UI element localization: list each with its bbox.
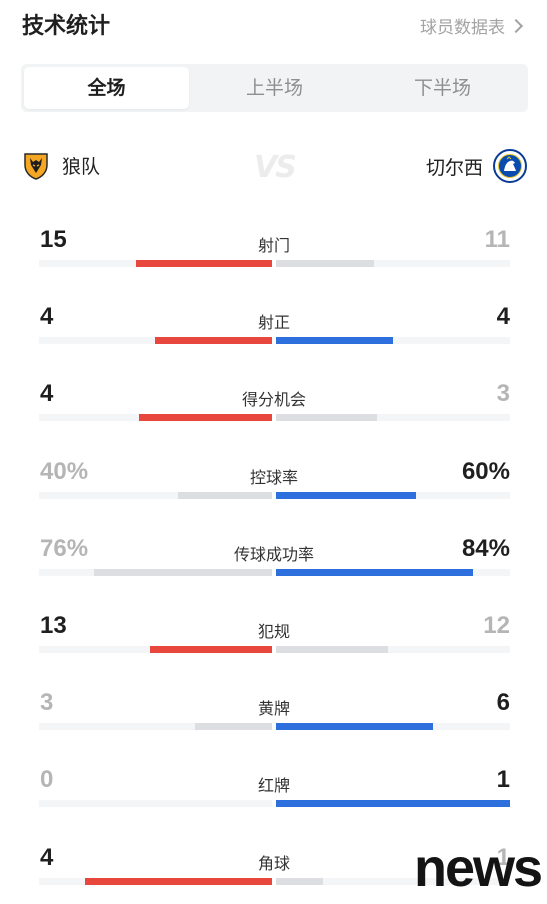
chevron-right-icon bbox=[508, 18, 524, 33]
header: 技术统计 球员数据表 bbox=[0, 0, 547, 52]
stat-row: 15 射门 11 bbox=[0, 226, 547, 286]
away-bar-track bbox=[276, 491, 510, 499]
away-stat-value: 4 bbox=[496, 303, 510, 331]
chelsea-crest-icon bbox=[493, 149, 527, 183]
stat-label: 犯规 bbox=[257, 622, 290, 641]
watermark: news bbox=[414, 838, 543, 898]
tab-first-half[interactable]: 上半场 bbox=[192, 67, 357, 109]
away-bar-fill bbox=[276, 800, 510, 808]
player-stats-link[interactable]: 球员数据表 bbox=[420, 13, 524, 38]
stat-label: 射门 bbox=[257, 236, 290, 255]
away-bar-fill bbox=[276, 491, 416, 499]
stat-label: 角球 bbox=[257, 853, 290, 873]
away-bar-fill bbox=[276, 414, 377, 422]
home-stat-value: 3 bbox=[40, 689, 54, 717]
home-bar-track bbox=[39, 337, 272, 345]
stat-row: 40% 控球率 60% bbox=[0, 458, 547, 518]
tab-second-half[interactable]: 下半场 bbox=[360, 67, 525, 109]
stat-label: 控球率 bbox=[249, 467, 298, 487]
stat-label: 黄牌 bbox=[257, 699, 290, 719]
home-stat-value: 15 bbox=[40, 226, 67, 253]
player-stats-link-label: 球员数据表 bbox=[420, 18, 505, 38]
stat-row: 13 犯规 12 bbox=[0, 612, 547, 672]
away-bar-fill bbox=[276, 877, 323, 885]
away-stat-value: 12 bbox=[483, 612, 510, 639]
home-bar-fill bbox=[136, 260, 272, 267]
stat-row: 4 得分机会 3 bbox=[0, 380, 547, 440]
home-stat-value: 76% bbox=[40, 534, 89, 562]
stat-label: 红牌 bbox=[257, 776, 290, 796]
home-bar-track bbox=[39, 414, 272, 422]
home-bar-track bbox=[39, 800, 272, 808]
wolves-crest-icon bbox=[24, 153, 48, 180]
away-stat-value: 3 bbox=[496, 380, 510, 408]
away-bar-track bbox=[276, 568, 510, 576]
home-stat-value: 4 bbox=[40, 303, 54, 331]
home-bar-fill bbox=[150, 646, 272, 653]
page-title: 技术统计 bbox=[22, 14, 111, 39]
home-bar-fill bbox=[94, 568, 272, 576]
away-bar-fill bbox=[276, 646, 388, 653]
home-stat-value: 13 bbox=[40, 612, 67, 639]
home-stat-value: 0 bbox=[40, 766, 54, 794]
stat-label: 传球成功率 bbox=[233, 544, 314, 564]
home-bar-fill bbox=[85, 877, 272, 885]
away-bar-track bbox=[276, 414, 510, 422]
stat-row: 76% 传球成功率 84% bbox=[0, 535, 547, 595]
stat-label: 得分机会 bbox=[241, 390, 306, 410]
away-stat-value: 6 bbox=[496, 689, 510, 717]
home-stat-value: 40% bbox=[40, 457, 89, 485]
away-bar-fill bbox=[276, 723, 433, 731]
away-bar-fill bbox=[276, 260, 374, 267]
vs-label: VS bbox=[254, 150, 297, 185]
away-stat-value: 60% bbox=[461, 457, 510, 485]
home-bar-fill bbox=[178, 491, 272, 499]
away-team-name: 切尔西 bbox=[425, 156, 483, 179]
home-bar-track bbox=[39, 723, 272, 731]
away-bar-track bbox=[276, 723, 510, 731]
stat-row: 3 黄牌 6 bbox=[0, 689, 547, 749]
home-bar-track bbox=[39, 260, 272, 267]
home-team-name: 狼队 bbox=[62, 155, 101, 178]
home-bar-fill bbox=[195, 723, 272, 731]
home-team[interactable]: 狼队 bbox=[20, 149, 100, 181]
tab-full-match[interactable]: 全场 bbox=[24, 67, 189, 109]
home-stat-value: 4 bbox=[40, 380, 54, 408]
away-bar-track bbox=[276, 337, 510, 345]
stat-row: 4 射正 4 bbox=[0, 303, 547, 363]
away-bar-fill bbox=[276, 337, 393, 345]
away-bar-track bbox=[276, 646, 510, 653]
away-stat-value: 1 bbox=[496, 766, 510, 794]
away-bar-track bbox=[276, 260, 510, 267]
stat-row: 0 红牌 1 bbox=[0, 766, 547, 826]
away-team[interactable]: 切尔西 bbox=[426, 149, 527, 183]
away-bar-track bbox=[276, 800, 510, 808]
period-tabs: 全场 上半场 下半场 bbox=[21, 64, 528, 112]
home-bar-track bbox=[39, 568, 272, 576]
away-bar-fill bbox=[276, 568, 473, 576]
away-stat-value: 84% bbox=[461, 534, 510, 562]
away-stat-value: 11 bbox=[484, 226, 510, 253]
home-bar-track bbox=[39, 877, 272, 885]
home-bar-track bbox=[39, 646, 272, 653]
stat-label: 射正 bbox=[257, 313, 290, 333]
home-stat-value: 4 bbox=[40, 843, 54, 871]
home-bar-fill bbox=[155, 337, 272, 345]
home-bar-track bbox=[39, 491, 272, 499]
home-bar-fill bbox=[139, 414, 272, 422]
